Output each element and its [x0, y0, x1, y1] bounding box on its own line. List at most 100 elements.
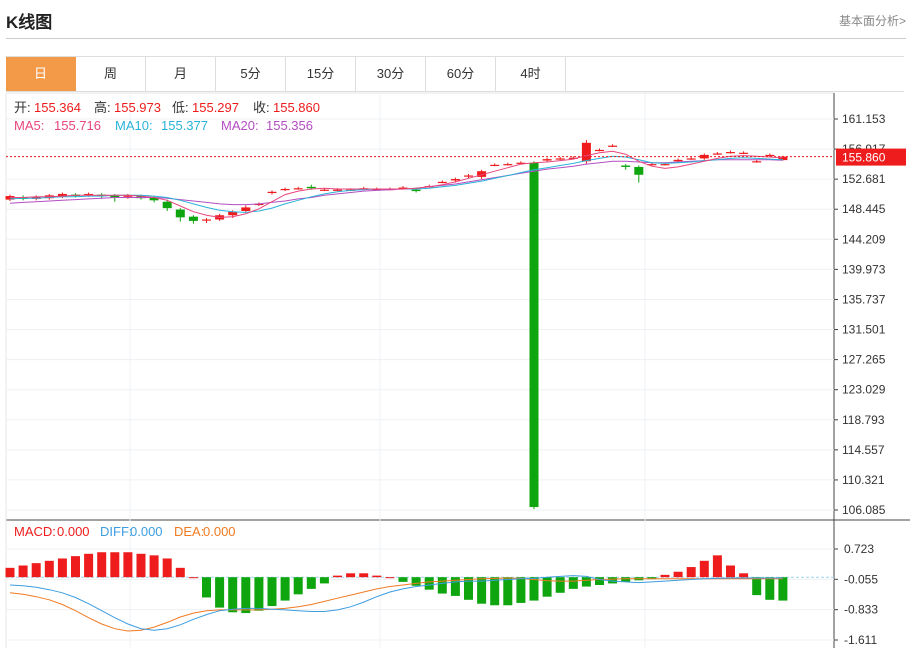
macd-tick-label: -0.833: [844, 603, 878, 617]
candle: [726, 152, 735, 154]
tab-60min[interactable]: 60分: [426, 57, 496, 91]
open-label: 开:: [14, 100, 31, 115]
macd-tick-label: 0.723: [844, 542, 874, 556]
candle: [634, 166, 644, 175]
candle: [293, 188, 303, 190]
diff-line: [9, 575, 783, 631]
ma5-line: [10, 150, 783, 218]
candle: [437, 181, 447, 184]
candle: [686, 158, 696, 160]
last-price-label: 155.860: [842, 151, 886, 165]
macd-tick-label: -1.611: [844, 633, 877, 647]
close-label: 收:: [253, 100, 270, 115]
macd-bar: [778, 577, 788, 601]
macd-bar: [136, 553, 146, 578]
low-label: 低:: [172, 100, 189, 115]
macd-bar: [699, 560, 709, 578]
macd-bar: [5, 567, 15, 578]
macd-bar: [241, 577, 251, 614]
candle: [765, 154, 775, 157]
macd-bar: [555, 577, 565, 593]
tab-30min[interactable]: 30分: [356, 57, 426, 91]
period-tabs: 日 周 月 5分 15分 30分 60分 4时: [6, 56, 904, 92]
candle: [595, 149, 604, 152]
candle: [490, 164, 500, 167]
dea-value: 0.000: [203, 524, 236, 539]
tab-15min[interactable]: 15分: [286, 57, 356, 91]
price-tick-label: 114.557: [842, 443, 885, 457]
macd-bar: [202, 577, 211, 598]
macd-label: MACD:: [14, 524, 56, 539]
chart-area: 161.153156.917152.681148.445144.209139.9…: [0, 90, 910, 651]
header: K线图 基本面分析>: [0, 0, 910, 38]
candle: [319, 189, 329, 191]
price-tick-label: 135.737: [842, 292, 886, 306]
macd-bar: [280, 577, 290, 601]
price-tick-label: 161.153: [842, 112, 886, 126]
macd-bar: [110, 552, 120, 578]
candle: [712, 153, 722, 155]
macd-bar: [385, 577, 395, 579]
macd-bar: [621, 577, 631, 582]
close-value: 155.860: [273, 100, 320, 115]
macd-bar: [726, 565, 735, 578]
macd-bar: [306, 577, 316, 589]
tab-day[interactable]: 日: [6, 57, 76, 91]
macd-bar: [188, 577, 198, 579]
tab-month[interactable]: 月: [146, 57, 216, 91]
kline-chart[interactable]: 161.153156.917152.681148.445144.209139.9…: [0, 90, 910, 651]
macd-bar: [568, 577, 578, 589]
macd-bar: [97, 552, 107, 578]
candle: [739, 152, 749, 154]
macd-bar: [359, 573, 369, 578]
low-value: 155.297: [192, 100, 239, 115]
macd-bar: [267, 577, 277, 607]
high-value: 155.973: [114, 100, 161, 115]
macd-bar: [333, 575, 342, 578]
macd-bar: [765, 577, 775, 600]
macd-bar: [712, 555, 722, 578]
dea-label: DEA:: [174, 524, 204, 539]
moving-averages: [9, 150, 783, 218]
macd-bar: [686, 567, 696, 578]
macd-bar: [490, 577, 500, 606]
macd-bar: [31, 563, 41, 578]
price-tick-label: 139.973: [842, 262, 886, 276]
ma5-label: MA5:: [14, 118, 44, 133]
candle: [267, 191, 277, 193]
tab-week[interactable]: 周: [76, 57, 146, 91]
macd-bar: [752, 577, 762, 596]
price-tick-label: 110.321: [842, 473, 885, 487]
tab-4hour[interactable]: 4时: [496, 57, 566, 91]
macd-bar: [162, 558, 172, 578]
price-tick-label: 127.265: [842, 353, 886, 367]
macd-bar: [57, 558, 67, 578]
macd-bar: [123, 552, 133, 578]
header-divider: [6, 38, 906, 39]
ma10-label: MA10:: [115, 118, 153, 133]
macd-bar: [293, 577, 303, 595]
macd-value: 0.000: [57, 524, 90, 539]
macd-bar: [660, 574, 670, 578]
macd-bar: [503, 577, 513, 606]
macd-bar: [71, 556, 80, 578]
macd-bar: [254, 577, 264, 611]
price-tick-label: 152.681: [842, 172, 886, 186]
macd-bar: [175, 567, 185, 578]
price-tick-label: 123.029: [842, 383, 886, 397]
page-title: K线图: [6, 13, 53, 32]
tab-5min[interactable]: 5分: [216, 57, 286, 91]
high-label: 高:: [94, 100, 111, 115]
price-tick-label: 144.209: [842, 232, 886, 246]
candle: [175, 209, 185, 218]
open-value: 155.364: [34, 100, 81, 115]
price-tick-label: 148.445: [842, 202, 886, 216]
macd-bar: [215, 577, 225, 608]
macd-bar: [424, 577, 434, 590]
macd-bar: [18, 565, 28, 578]
candle: [555, 158, 565, 160]
macd-bar: [372, 575, 382, 578]
candle: [280, 188, 290, 191]
fundamental-analysis-link[interactable]: 基本面分析>: [839, 12, 906, 29]
candle: [411, 189, 421, 192]
